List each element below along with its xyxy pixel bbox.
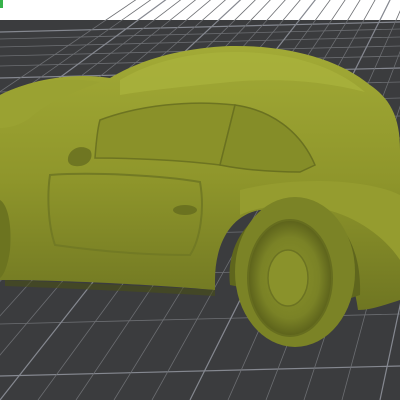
3d-viewport[interactable]	[0, 0, 400, 400]
door-handle	[173, 205, 197, 215]
rim-hub	[267, 249, 309, 307]
build-plate-scene[interactable]	[0, 0, 400, 400]
